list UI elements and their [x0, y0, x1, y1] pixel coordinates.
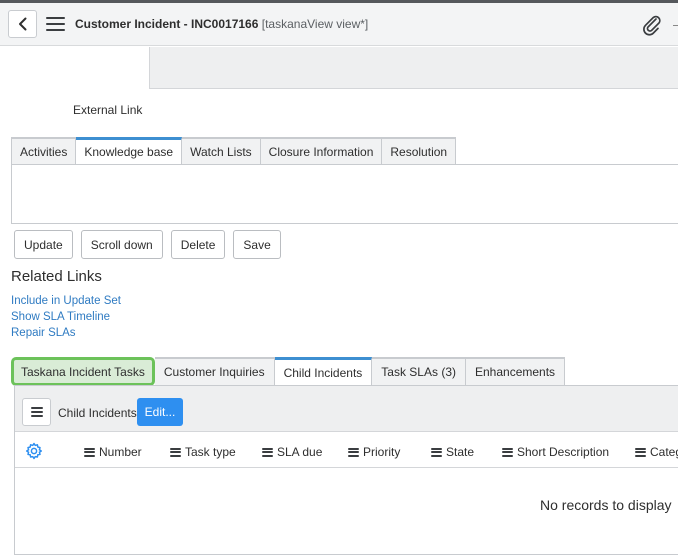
- related-links: Include in Update Set Show SLA Timeline …: [11, 293, 121, 341]
- related-list-panel: Child Incidents Edit... Number Task type…: [14, 385, 678, 555]
- list-toolbar: Child Incidents Edit...: [15, 386, 678, 432]
- more-icon[interactable]: [673, 25, 678, 26]
- delete-button[interactable]: Delete: [170, 230, 226, 259]
- external-link-label: External Link: [73, 103, 143, 117]
- column-menu-icon: [348, 447, 359, 457]
- page-title: Customer Incident - INC0017166 [taskanaV…: [75, 17, 368, 31]
- list-menu-button[interactable]: [22, 398, 51, 426]
- edit-button[interactable]: Edit...: [137, 398, 183, 426]
- column-label: State: [446, 445, 475, 459]
- tab-activities[interactable]: Activities: [11, 137, 77, 165]
- column-menu-icon: [431, 447, 442, 457]
- gear-icon[interactable]: [25, 442, 43, 460]
- column-state[interactable]: State: [431, 445, 474, 459]
- chevron-left-icon: [18, 17, 26, 31]
- column-label: Short Description: [517, 445, 610, 459]
- link-include-in-update-set[interactable]: Include in Update Set: [11, 293, 121, 309]
- hamburger-icon[interactable]: [46, 17, 65, 31]
- column-label: SLA due: [277, 445, 323, 459]
- column-menu-icon: [502, 447, 513, 457]
- column-short-description[interactable]: Short Description: [502, 445, 609, 459]
- field-textarea[interactable]: [149, 47, 678, 89]
- tab-customer-inquiries[interactable]: Customer Inquiries: [154, 357, 275, 386]
- tab-knowledge-base[interactable]: Knowledge base: [76, 137, 183, 165]
- tab-task-slas[interactable]: Task SLAs (3): [372, 357, 466, 386]
- form-tab-panel: [11, 164, 678, 224]
- record-title: Customer Incident - INC0017166: [75, 17, 259, 31]
- form-section-tabs: Activities Knowledge base Watch Lists Cl…: [11, 137, 457, 165]
- column-label: Priority: [363, 445, 401, 459]
- save-button[interactable]: Save: [233, 230, 281, 259]
- link-repair-slas[interactable]: Repair SLAs: [11, 325, 121, 341]
- column-menu-icon: [170, 447, 181, 457]
- update-button[interactable]: Update: [14, 230, 73, 259]
- tab-closure-information[interactable]: Closure Information: [260, 137, 383, 165]
- column-label: Number: [99, 445, 142, 459]
- tab-watch-lists[interactable]: Watch Lists: [182, 137, 261, 165]
- link-show-sla-timeline[interactable]: Show SLA Timeline: [11, 309, 121, 325]
- related-list-tabs: Taskana Incident Tasks Customer Inquirie…: [11, 357, 566, 386]
- tab-child-incidents[interactable]: Child Incidents: [274, 357, 373, 386]
- column-task-type[interactable]: Task type: [170, 445, 236, 459]
- tab-resolution[interactable]: Resolution: [382, 137, 457, 165]
- column-label: Catego: [650, 445, 678, 459]
- column-category[interactable]: Catego: [635, 445, 678, 459]
- column-sla-due[interactable]: SLA due: [262, 445, 322, 459]
- list-column-header: Number Task type SLA due Priority State …: [15, 432, 678, 468]
- form-header: Customer Incident - INC0017166 [taskanaV…: [0, 3, 678, 46]
- column-number[interactable]: Number: [84, 445, 142, 459]
- view-name: [taskanaView view*]: [261, 17, 369, 31]
- column-menu-icon: [262, 447, 273, 457]
- scroll-down-button[interactable]: Scroll down: [80, 230, 163, 259]
- related-links-heading: Related Links: [11, 268, 102, 285]
- tab-enhancements[interactable]: Enhancements: [466, 357, 566, 386]
- column-menu-icon: [635, 447, 646, 457]
- column-menu-icon: [84, 447, 95, 457]
- hamburger-icon: [30, 407, 43, 417]
- form-buttons: Update Scroll down Delete Save: [14, 230, 281, 259]
- column-label: Task type: [185, 445, 236, 459]
- list-title: Child Incidents: [58, 406, 137, 420]
- paperclip-icon[interactable]: [641, 14, 663, 36]
- back-button[interactable]: [8, 10, 37, 38]
- tab-taskana-incident-tasks[interactable]: Taskana Incident Tasks: [11, 357, 155, 386]
- column-priority[interactable]: Priority: [348, 445, 400, 459]
- empty-list-message: No records to display: [540, 497, 672, 513]
